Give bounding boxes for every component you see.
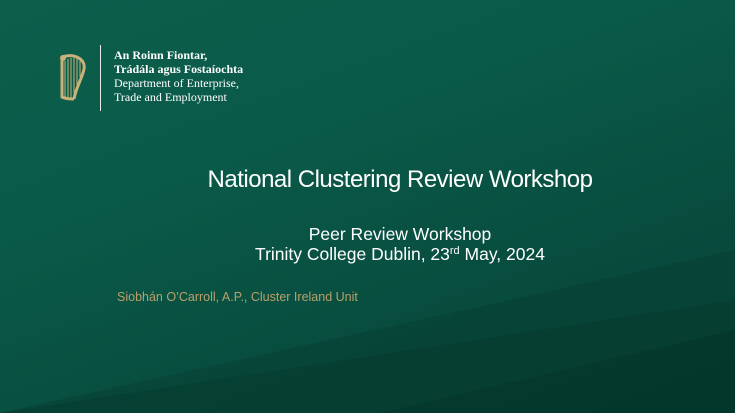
department-logo: An Roinn Fiontar, Trádála agus Fostaíoch… bbox=[54, 45, 264, 111]
department-irish-line2: Trádála agus Fostaíochta bbox=[114, 62, 244, 76]
logo-divider bbox=[100, 45, 101, 111]
harp-icon bbox=[60, 54, 86, 101]
venue-date: Trinity College Dublin, 23rd May, 2024 bbox=[200, 244, 600, 265]
venue-date-suffix: May, 2024 bbox=[459, 244, 545, 264]
venue-date-prefix: Trinity College Dublin, 23 bbox=[255, 244, 450, 264]
department-irish-line1: An Roinn Fiontar, bbox=[114, 48, 208, 62]
slide-subtitle: Peer Review Workshop bbox=[308, 224, 492, 244]
department-english-line1: Department of Enterprise, bbox=[114, 76, 239, 90]
department-english-line2: Trade and Employment bbox=[114, 90, 227, 104]
venue-date-ordinal: rd bbox=[449, 245, 460, 257]
slide-title: National Clustering Review Workshop bbox=[207, 166, 593, 193]
slide: An Roinn Fiontar, Trádála agus Fostaíoch… bbox=[0, 0, 735, 413]
department-name: An Roinn Fiontar, Trádála agus Fostaíoch… bbox=[114, 48, 243, 104]
presenter-name: Siobhán O’Carroll, A.P., Cluster Ireland… bbox=[117, 290, 358, 304]
